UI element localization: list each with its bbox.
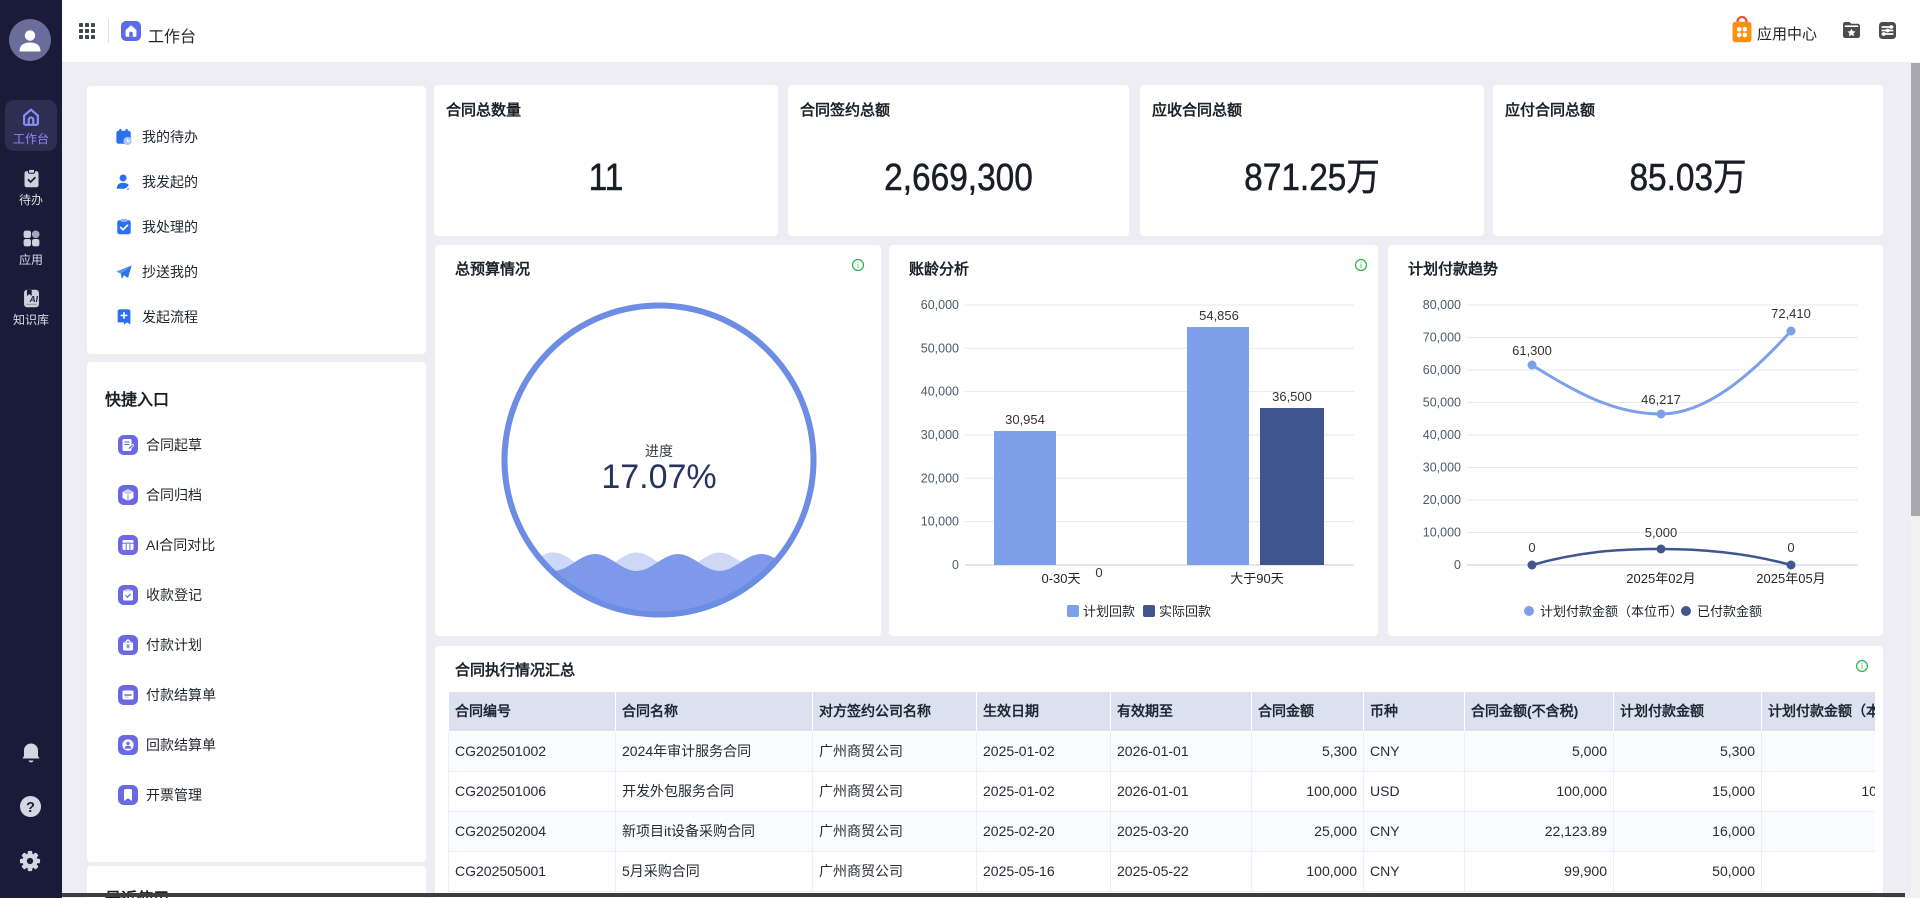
svg-text:20,000: 20,000 (1423, 493, 1461, 507)
svg-text:50,000: 50,000 (921, 341, 959, 355)
svg-text:0: 0 (1787, 540, 1794, 555)
svg-text:2025年02月: 2025年02月 (1626, 571, 1695, 586)
svg-text:i: i (1360, 261, 1362, 270)
svg-text:i: i (857, 261, 859, 270)
svg-text:10,000: 10,000 (1423, 526, 1461, 540)
svg-text:计划付款金额（本位币）: 计划付款金额（本位币） (1540, 604, 1683, 619)
svg-text:?: ? (26, 800, 35, 816)
svg-text:30,000: 30,000 (1423, 461, 1461, 475)
svg-text:72,410: 72,410 (1771, 306, 1811, 321)
svg-text:0: 0 (952, 558, 959, 572)
svg-text:61,300: 61,300 (1512, 343, 1552, 358)
svg-text:实际回款: 实际回款 (1159, 604, 1211, 619)
svg-text:30,000: 30,000 (921, 428, 959, 442)
svg-text:60,000: 60,000 (1423, 363, 1461, 377)
svg-text:0: 0 (1095, 565, 1102, 580)
svg-text:0: 0 (1454, 558, 1461, 572)
svg-text:70,000: 70,000 (1423, 331, 1461, 345)
svg-text:40,000: 40,000 (1423, 428, 1461, 442)
svg-text:60,000: 60,000 (921, 298, 959, 312)
svg-text:大于90天: 大于90天 (1230, 571, 1283, 586)
svg-text:10,000: 10,000 (921, 515, 959, 529)
svg-text:AI: AI (28, 294, 38, 304)
svg-text:54,856: 54,856 (1199, 308, 1239, 323)
svg-text:5,000: 5,000 (1645, 525, 1678, 540)
svg-text:进度: 进度 (645, 443, 673, 459)
svg-text:0-30天: 0-30天 (1041, 571, 1080, 586)
svg-text:36,500: 36,500 (1272, 389, 1312, 404)
svg-text:i: i (1861, 662, 1863, 671)
svg-text:40,000: 40,000 (921, 385, 959, 399)
svg-text:20,000: 20,000 (921, 471, 959, 485)
svg-text:17.07%: 17.07% (601, 458, 716, 496)
svg-text:2025年05月: 2025年05月 (1756, 571, 1825, 586)
svg-text:已付款金额: 已付款金额 (1697, 604, 1762, 619)
svg-text:计划回款: 计划回款 (1083, 604, 1135, 619)
svg-text:0: 0 (1528, 540, 1535, 555)
svg-text:80,000: 80,000 (1423, 298, 1461, 312)
svg-text:30,954: 30,954 (1005, 412, 1045, 427)
svg-text:46,217: 46,217 (1641, 392, 1681, 407)
svg-text:50,000: 50,000 (1423, 396, 1461, 410)
svg-text:¥: ¥ (126, 644, 130, 651)
